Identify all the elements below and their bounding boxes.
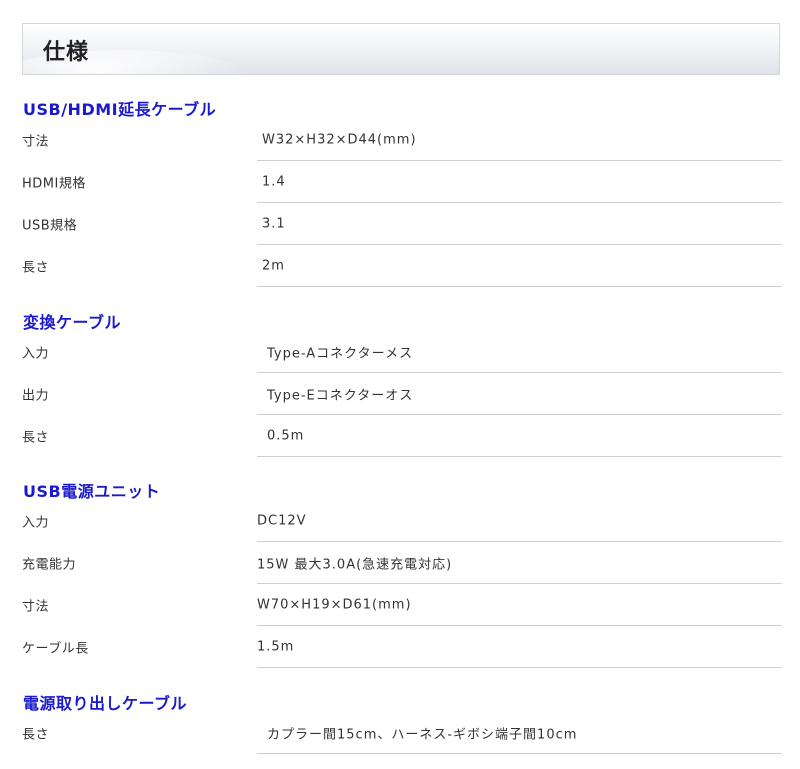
section-title-power-takeoff-cable: 電源取り出しケーブル xyxy=(23,694,188,713)
spec-row: 充電能力 15W 最大3.0A(急速充電対応) xyxy=(22,542,782,584)
spec-row: 長さ カプラー間15cm、ハーネス-ギボシ端子間10cm xyxy=(22,712,782,754)
spec-value: Type-Aコネクターメス xyxy=(267,346,414,362)
spec-row: HDMI規格 1.4 xyxy=(22,161,782,203)
section-title-usb-power-unit: USB電源ユニット xyxy=(23,482,161,501)
spec-row: 長さ 0.5m xyxy=(22,415,782,457)
spec-label: 寸法 xyxy=(22,134,50,150)
row-divider xyxy=(257,753,782,754)
spec-row: ケーブル長 1.5m xyxy=(22,626,782,668)
spec-value: カプラー間15cm、ハーネス-ギボシ端子間10cm xyxy=(267,727,578,743)
spec-row: 寸法 W70×H19×D61(mm) xyxy=(22,584,782,626)
spec-label: 入力 xyxy=(22,515,50,531)
spec-label: HDMI規格 xyxy=(22,176,86,192)
spec-value: 0.5m xyxy=(267,428,305,444)
spec-label: 長さ xyxy=(22,260,50,276)
spec-label: 長さ xyxy=(22,430,50,446)
spec-row: 入力 DC12V xyxy=(22,500,782,542)
spec-row: 長さ 2m xyxy=(22,245,782,287)
row-divider xyxy=(257,456,782,457)
page-title: 仕様 xyxy=(43,40,90,65)
spec-value: 1.4 xyxy=(262,174,286,190)
spec-label: 長さ xyxy=(22,727,50,743)
spec-row: 入力 Type-Aコネクターメス xyxy=(22,331,782,373)
spec-label: 出力 xyxy=(22,388,50,404)
spec-row: 出力 Type-Eコネクターオス xyxy=(22,373,782,415)
spec-label: ケーブル長 xyxy=(22,641,89,657)
spec-row: 寸法 W32×H32×D44(mm) xyxy=(22,119,782,161)
spec-value: Type-Eコネクターオス xyxy=(267,388,414,404)
section-title-usb-hdmi-extension-cable: USB/HDMI延長ケーブル xyxy=(23,100,217,119)
spec-value: W70×H19×D61(mm) xyxy=(257,597,412,613)
spec-value: 1.5m xyxy=(257,639,295,655)
spec-value: W32×H32×D44(mm) xyxy=(262,132,417,148)
spec-value: 3.1 xyxy=(262,216,286,232)
spec-label: USB規格 xyxy=(22,218,78,234)
spec-value: DC12V xyxy=(257,513,307,529)
spec-header: 仕様 xyxy=(22,23,780,75)
spec-label: 充電能力 xyxy=(22,557,77,573)
spec-row: USB規格 3.1 xyxy=(22,203,782,245)
spec-label: 入力 xyxy=(22,346,50,362)
spec-value: 15W 最大3.0A(急速充電対応) xyxy=(257,557,453,573)
spec-label: 寸法 xyxy=(22,599,50,615)
section-title-conversion-cable: 変換ケーブル xyxy=(23,313,122,332)
row-divider xyxy=(257,667,782,668)
spec-value: 2m xyxy=(262,258,285,274)
row-divider xyxy=(257,286,782,287)
